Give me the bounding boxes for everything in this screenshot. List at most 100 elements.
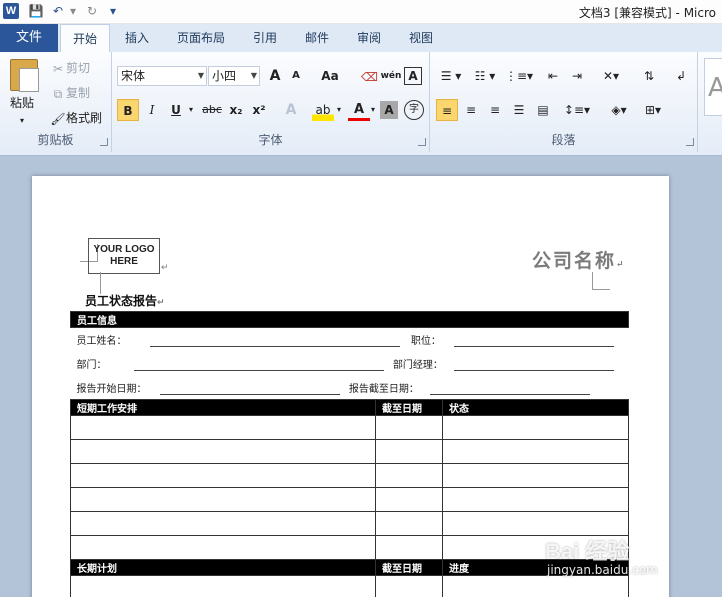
highlight-dropdown-icon[interactable]: ▾ <box>334 99 344 121</box>
decrease-indent-button[interactable]: ⇤ <box>542 65 564 87</box>
paste-icon[interactable] <box>10 59 39 92</box>
copy-button[interactable]: ⧉ 复制 <box>50 84 90 102</box>
paragraph-launcher-icon[interactable] <box>686 138 694 146</box>
table-cell[interactable] <box>70 463 376 488</box>
table-cell[interactable] <box>375 463 443 488</box>
tab-home[interactable]: 开始 <box>60 24 110 53</box>
increase-indent-button[interactable]: ⇥ <box>566 65 588 87</box>
table-cell[interactable] <box>70 575 376 597</box>
doc-title[interactable]: 员工状态报告↵ <box>85 292 165 309</box>
align-center-button[interactable]: ≡ <box>460 99 482 121</box>
table-cell[interactable] <box>70 415 376 440</box>
bullets-button[interactable]: ☰ ▾ <box>436 65 466 87</box>
company-name[interactable]: 公司名称↵ <box>532 246 626 273</box>
name-position-row[interactable]: 员工姓名： 职位： <box>71 328 629 352</box>
grow-font-button[interactable]: A <box>264 65 286 87</box>
table-cell[interactable] <box>442 439 629 464</box>
table-cell[interactable] <box>375 439 443 464</box>
end-date-field[interactable] <box>430 382 591 395</box>
date-range-row[interactable]: 报告开始日期： 报告截至日期： <box>71 376 629 400</box>
change-case-button[interactable]: Aa <box>316 65 344 87</box>
dept-manager-row[interactable]: 部门： 部门经理： <box>71 352 629 376</box>
position-field[interactable] <box>454 334 615 348</box>
multilevel-list-button[interactable]: ⋮≡▾ <box>504 65 534 87</box>
table-cell[interactable] <box>375 487 443 512</box>
table-row[interactable] <box>70 439 629 464</box>
table-row[interactable] <box>70 415 629 440</box>
table-cell[interactable] <box>375 415 443 440</box>
font-color-button[interactable]: A <box>348 99 370 121</box>
table-cell[interactable] <box>442 415 629 440</box>
tab-mailings[interactable]: 邮件 <box>294 24 340 52</box>
sort-button[interactable]: ⇅ <box>638 65 660 87</box>
align-right-button[interactable]: ≡ <box>484 99 506 121</box>
table-cell[interactable] <box>70 439 376 464</box>
tab-references[interactable]: 引用 <box>242 24 288 52</box>
phonetic-guide-button[interactable]: wén <box>380 65 402 87</box>
tab-review[interactable]: 审阅 <box>346 24 392 52</box>
show-marks-button[interactable]: ↲ <box>670 65 692 87</box>
table-cell[interactable] <box>70 487 376 512</box>
table-row[interactable] <box>70 463 629 488</box>
underline-button[interactable]: U <box>165 99 187 121</box>
manager-field[interactable] <box>454 358 615 371</box>
clipboard-launcher-icon[interactable] <box>100 138 108 146</box>
table-cell[interactable] <box>70 535 376 560</box>
table-cell[interactable] <box>70 511 376 536</box>
underline-dropdown-icon[interactable]: ▾ <box>186 99 196 121</box>
numbering-button[interactable]: ☷ ▾ <box>470 65 500 87</box>
tab-insert[interactable]: 插入 <box>114 24 160 52</box>
table-cell[interactable] <box>442 511 629 536</box>
table-cell[interactable] <box>442 463 629 488</box>
table-cell[interactable] <box>375 575 443 597</box>
style-gallery[interactable]: A <box>704 58 722 116</box>
strikethrough-button[interactable]: abc <box>199 99 225 121</box>
justify-button[interactable]: ☰ <box>508 99 530 121</box>
subscript-button[interactable]: x₂ <box>225 99 247 121</box>
char-shading-button[interactable]: A <box>380 101 398 119</box>
table-row[interactable] <box>70 487 629 512</box>
enclose-chars-button[interactable]: 字 <box>404 100 424 120</box>
paste-button[interactable]: 粘贴 <box>10 94 34 112</box>
name-field[interactable] <box>149 334 400 348</box>
align-left-button[interactable]: ≡ <box>436 99 458 121</box>
text-effects-button[interactable]: A <box>280 99 302 121</box>
cut-button[interactable]: ✂ 剪切 <box>50 59 90 77</box>
bold-button[interactable]: B <box>117 99 139 121</box>
italic-button[interactable]: I <box>141 99 163 121</box>
undo-dropdown-icon[interactable]: ▾ <box>68 3 78 20</box>
borders-button[interactable]: ⊞▾ <box>638 99 668 121</box>
start-date-field[interactable] <box>159 382 340 395</box>
undo-icon[interactable]: ↶ <box>50 3 66 20</box>
shading-button[interactable]: ◈▾ <box>604 99 634 121</box>
customize-qat-icon[interactable]: ▾ <box>108 3 118 20</box>
highlight-button[interactable]: ab <box>312 99 334 121</box>
chinese-layout-button[interactable]: ✕▾ <box>596 65 626 87</box>
table-row[interactable] <box>70 575 629 597</box>
table-cell[interactable] <box>375 535 443 560</box>
font-color-dropdown-icon[interactable]: ▾ <box>368 99 378 121</box>
clear-format-button[interactable]: ⌫ <box>358 65 380 87</box>
save-icon[interactable]: 💾 <box>28 3 44 20</box>
distributed-button[interactable]: ▤ <box>532 99 554 121</box>
tab-view[interactable]: 视图 <box>398 24 444 52</box>
table-cell[interactable] <box>375 511 443 536</box>
char-border-button[interactable]: A <box>404 67 422 85</box>
format-painter-button[interactable]: 🖌格式刷 <box>50 109 102 127</box>
logo-placeholder[interactable]: YOUR LOGO HERE <box>88 238 160 274</box>
word-app-icon[interactable]: W <box>3 3 19 19</box>
redo-icon[interactable]: ↻ <box>84 3 100 20</box>
paste-dropdown-icon[interactable]: ▾ <box>20 112 24 130</box>
superscript-button[interactable]: x² <box>248 99 270 121</box>
table-cell[interactable] <box>442 487 629 512</box>
font-size-combo[interactable]: 小四 ▼ <box>208 66 260 86</box>
font-name-combo[interactable]: 宋体 ▼ <box>117 66 207 86</box>
tab-page-layout[interactable]: 页面布局 <box>168 24 234 52</box>
dept-field[interactable] <box>133 358 384 371</box>
tab-file[interactable]: 文件 <box>0 24 58 52</box>
font-launcher-icon[interactable] <box>418 138 426 146</box>
table-cell[interactable] <box>442 575 629 597</box>
shrink-font-button[interactable]: A <box>285 65 307 87</box>
table-row[interactable] <box>70 511 629 536</box>
line-spacing-button[interactable]: ↕≡▾ <box>562 99 592 121</box>
